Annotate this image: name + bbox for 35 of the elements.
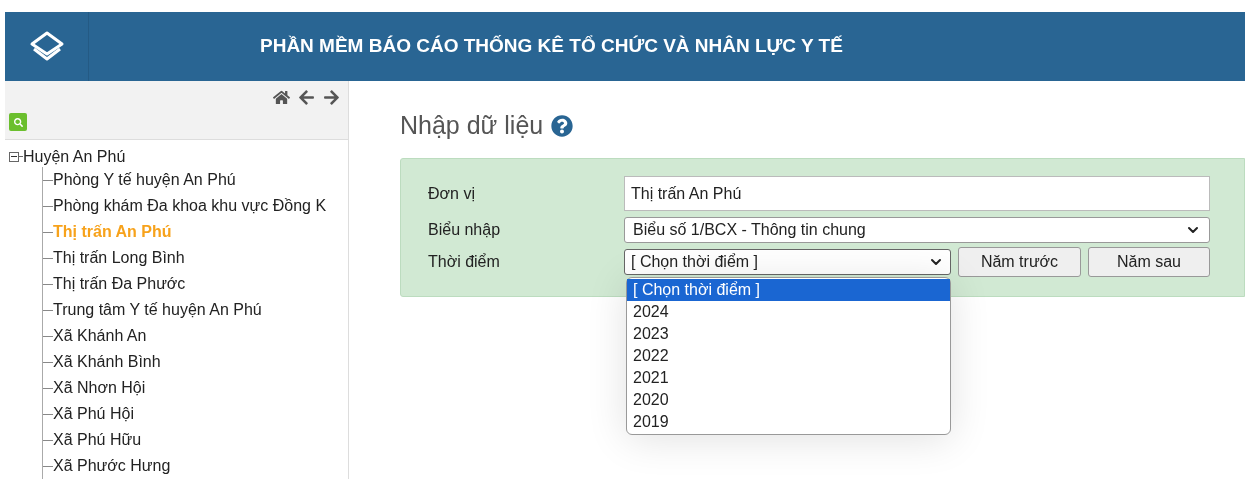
app-title: PHẦN MỀM BÁO CÁO THỐNG KÊ TỔ CHỨC VÀ NHÂN LỰC Y TẾ bbox=[260, 34, 843, 59]
tree-item[interactable]: Xã Khánh An bbox=[53, 324, 147, 348]
period-select[interactable]: [ Chọn thời điểm ] bbox=[624, 249, 951, 275]
unit-field[interactable]: Thị trấn An Phú bbox=[624, 176, 1210, 211]
dropdown-option[interactable]: [ Chọn thời điểm ] bbox=[627, 279, 950, 301]
dropdown-option[interactable]: 2020 bbox=[627, 389, 950, 411]
template-select[interactable]: Biểu số 1/BCX - Thông tin chung bbox=[624, 217, 1210, 243]
forward-icon[interactable] bbox=[323, 89, 340, 106]
help-icon[interactable] bbox=[551, 115, 574, 137]
tree-item[interactable]: Phòng Y tế huyện An Phú bbox=[53, 168, 236, 192]
field-label: Đơn vị bbox=[428, 183, 476, 204]
tree-item[interactable]: Thị trấn Long Bình bbox=[53, 246, 185, 270]
collapse-toggle[interactable] bbox=[9, 151, 19, 162]
dropdown-option[interactable]: 2019 bbox=[627, 411, 950, 433]
tree-item[interactable]: Xã Phú Hữu bbox=[53, 428, 142, 452]
search-icon bbox=[13, 117, 23, 127]
field-label: Thời điểm bbox=[428, 252, 501, 272]
year-button[interactable]: Năm sau bbox=[1088, 247, 1210, 277]
tree-item[interactable]: Xã Khánh Bình bbox=[53, 350, 161, 374]
home-icon[interactable] bbox=[273, 89, 290, 106]
tree-item[interactable]: Xã Nhơn Hội bbox=[53, 376, 146, 400]
tree-item[interactable]: Xã Phước Hưng bbox=[53, 454, 171, 478]
year-button[interactable]: Năm trước bbox=[958, 247, 1081, 277]
tree-item[interactable]: Phòng khám Đa khoa khu vực Đồng K bbox=[53, 194, 327, 218]
page-title: Nhập dữ liệu bbox=[400, 110, 544, 142]
dropdown-option[interactable]: 2022 bbox=[627, 345, 950, 367]
back-icon[interactable] bbox=[298, 89, 315, 106]
tree-item[interactable]: Huyện An Phú bbox=[23, 144, 126, 169]
field-label: Biểu nhập bbox=[428, 220, 502, 240]
dropdown-option[interactable]: 2024 bbox=[627, 301, 950, 323]
dropdown-option[interactable]: 2021 bbox=[627, 367, 950, 389]
tree-item[interactable]: Thị trấn Đa Phước bbox=[53, 272, 186, 296]
dropdown-option[interactable]: 2023 bbox=[627, 323, 950, 345]
tree-item[interactable]: Trung tâm Y tế huyện An Phú bbox=[53, 298, 262, 322]
tree-item[interactable]: Xã Phú Hội bbox=[53, 402, 134, 426]
